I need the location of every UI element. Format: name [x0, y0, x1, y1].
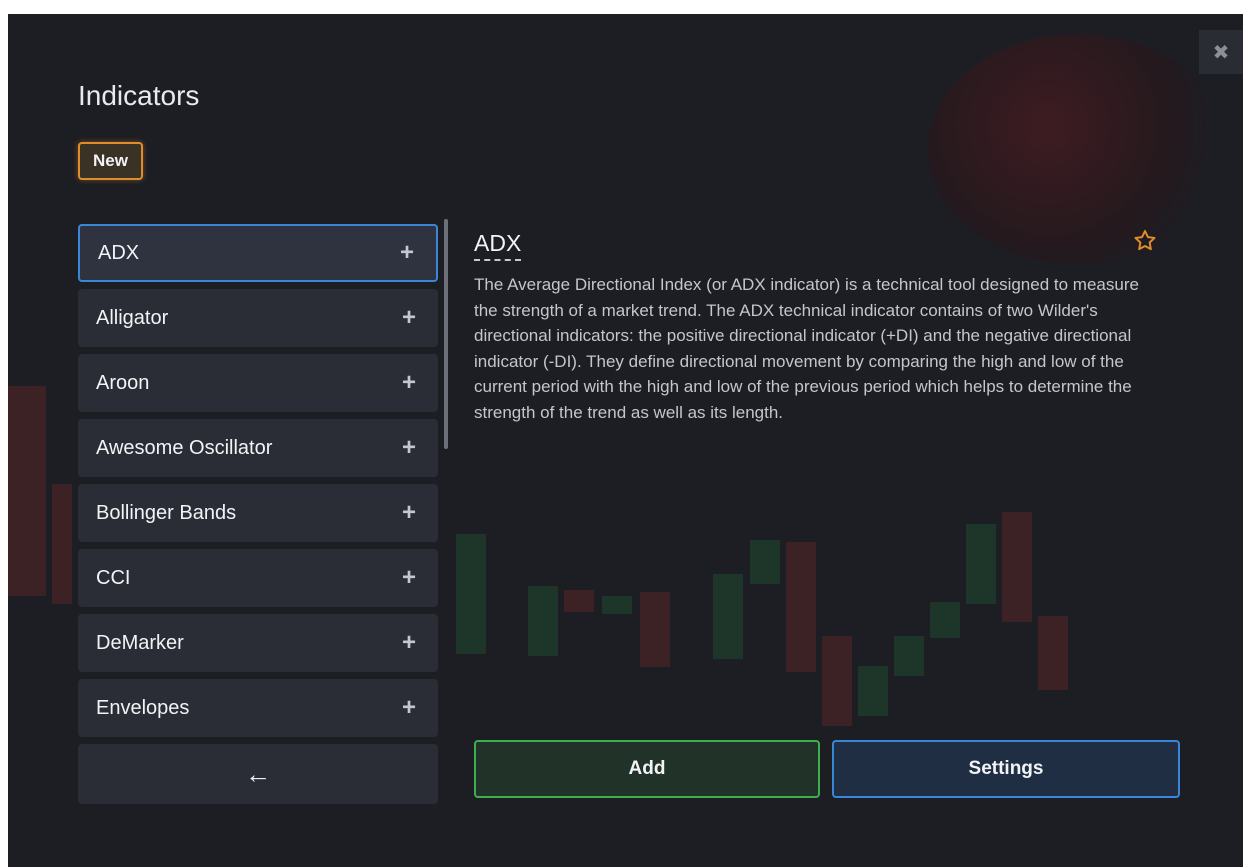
- add-indicator-icon[interactable]: +: [402, 371, 416, 395]
- add-indicator-icon[interactable]: +: [402, 501, 416, 525]
- bg-candle: [894, 636, 924, 676]
- indicator-description: The Average Directional Index (or ADX in…: [474, 275, 1139, 422]
- new-badge[interactable]: New: [78, 142, 143, 180]
- close-button[interactable]: ✖: [1199, 30, 1243, 74]
- indicators-dialog: ✖ Indicators New ADX + Alligator + Aroon…: [8, 14, 1243, 867]
- add-indicator-icon[interactable]: +: [402, 436, 416, 460]
- indicator-label: Envelopes: [96, 696, 190, 719]
- dialog-title: Indicators: [78, 80, 200, 111]
- add-indicator-icon[interactable]: +: [400, 241, 414, 265]
- bg-candle: [750, 540, 780, 584]
- indicator-label: CCI: [96, 566, 131, 589]
- bg-candle: [640, 592, 670, 667]
- bg-candle: [602, 596, 632, 614]
- list-scrollbar[interactable]: [444, 219, 448, 449]
- indicator-label: Bollinger Bands: [96, 501, 237, 524]
- indicator-item-aroon[interactable]: Aroon +: [78, 354, 438, 412]
- add-indicator-icon[interactable]: +: [402, 696, 416, 720]
- indicator-item-cci[interactable]: CCI +: [78, 549, 438, 607]
- bg-candle: [786, 542, 816, 672]
- indicator-item-alligator[interactable]: Alligator +: [78, 289, 438, 347]
- watermark-logo: [928, 34, 1228, 264]
- indicator-label: ADX: [98, 241, 140, 264]
- bg-candle: [1002, 512, 1032, 622]
- indicator-item-bollinger-bands[interactable]: Bollinger Bands +: [78, 484, 438, 542]
- indicator-item-adx[interactable]: ADX +: [78, 224, 438, 282]
- arrow-left-icon: ←: [245, 758, 271, 789]
- bg-candle: [930, 602, 960, 638]
- bg-candle: [966, 524, 996, 604]
- bg-candle: [564, 590, 594, 612]
- indicator-item-awesome-oscillator[interactable]: Awesome Oscillator +: [78, 419, 438, 477]
- bg-candle: [8, 386, 46, 596]
- add-button[interactable]: Add: [474, 740, 820, 798]
- bg-candle: [52, 484, 72, 604]
- add-indicator-icon[interactable]: +: [402, 566, 416, 590]
- bg-candle: [858, 666, 888, 716]
- add-indicator-icon[interactable]: +: [402, 306, 416, 330]
- indicator-detail-title: ADX: [474, 230, 522, 261]
- indicator-label: DeMarker: [96, 631, 184, 654]
- indicator-label: Aroon: [96, 371, 150, 394]
- indicator-item-demarker[interactable]: DeMarker +: [78, 614, 438, 672]
- bg-candle: [456, 534, 486, 654]
- bg-candle: [822, 636, 852, 726]
- add-indicator-icon[interactable]: +: [402, 631, 416, 655]
- bg-candle: [1038, 616, 1068, 690]
- bg-candle: [713, 574, 743, 659]
- indicator-item-envelopes[interactable]: Envelopes +: [78, 679, 438, 737]
- indicator-list: ADX + Alligator + Aroon + Awesome Oscill…: [78, 224, 438, 744]
- indicator-label: Awesome Oscillator: [96, 436, 273, 459]
- star-icon[interactable]: [1132, 228, 1158, 254]
- indicator-label: Alligator: [96, 306, 169, 329]
- bg-candle: [528, 586, 558, 656]
- close-icon: ✖: [1212, 41, 1230, 64]
- back-button[interactable]: ←: [78, 744, 438, 804]
- settings-button[interactable]: Settings: [832, 740, 1180, 798]
